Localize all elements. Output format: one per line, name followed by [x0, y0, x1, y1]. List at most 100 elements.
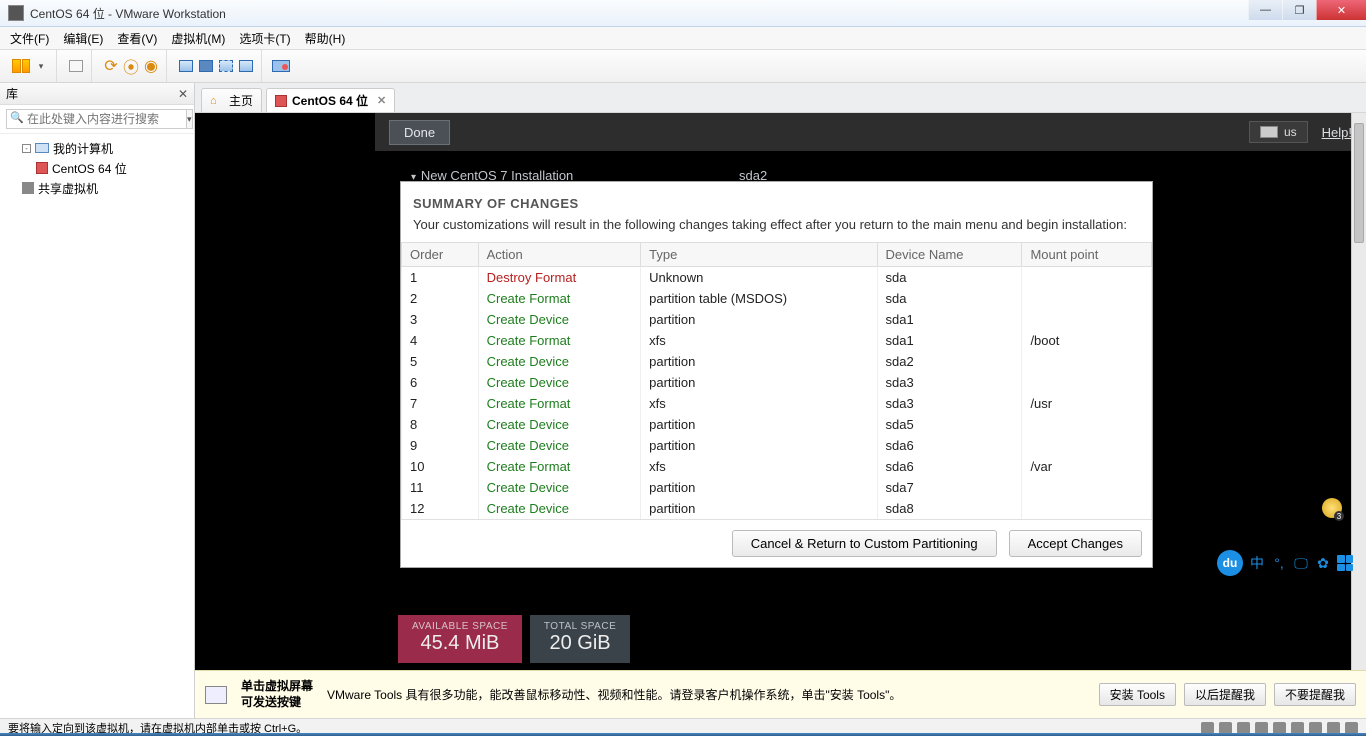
status-icon[interactable]	[1237, 722, 1250, 734]
menu-edit[interactable]: 编辑(E)	[63, 30, 103, 47]
tab-vm[interactable]: CentOS 64 位 ✕	[266, 88, 395, 112]
close-button[interactable]: ✕	[1316, 0, 1366, 20]
screen-icon[interactable]: 🖵	[1293, 555, 1309, 571]
snapshot-icon[interactable]: ⟳	[102, 57, 120, 75]
th-mount[interactable]: Mount point	[1022, 243, 1152, 267]
th-action[interactable]: Action	[478, 243, 641, 267]
tab-close-icon[interactable]: ✕	[377, 94, 386, 107]
th-order[interactable]: Order	[402, 243, 479, 267]
menu-tabs[interactable]: 选项卡(T)	[239, 30, 290, 47]
status-icon[interactable]	[1327, 722, 1340, 734]
floating-dock: du 中 °, 🖵 ✿	[1217, 550, 1353, 576]
cell-mount: /usr	[1022, 393, 1152, 414]
grid-icon[interactable]	[1337, 555, 1353, 571]
table-row[interactable]: 10 Create Format xfs sda6 /var	[402, 456, 1152, 477]
maximize-button[interactable]: ❐	[1282, 0, 1316, 20]
vm-scrollbar[interactable]	[1351, 113, 1366, 718]
status-icon[interactable]	[1255, 722, 1268, 734]
vm-display[interactable]: Done us Help! New CentOS 7 Installation …	[195, 113, 1366, 718]
table-row[interactable]: 6 Create Device partition sda3	[402, 372, 1152, 393]
snapshot-take-icon[interactable]: ⦿	[122, 57, 140, 75]
minimize-button[interactable]: —	[1248, 0, 1282, 20]
view-console-icon[interactable]	[197, 57, 215, 75]
menu-help[interactable]: 帮助(H)	[305, 30, 346, 47]
snapshot-manage-icon[interactable]: ◉	[142, 57, 160, 75]
menu-view[interactable]: 查看(V)	[117, 30, 157, 47]
status-icon[interactable]	[1201, 722, 1214, 734]
cell-device: sda7	[877, 477, 1022, 498]
banner-vm-icon	[205, 686, 227, 704]
summary-dialog: SUMMARY OF CHANGES Your customizations w…	[400, 181, 1153, 568]
tree-shared[interactable]: 共享虚拟机	[6, 178, 188, 198]
cell-order: 2	[402, 288, 479, 309]
th-device[interactable]: Device Name	[877, 243, 1022, 267]
done-button[interactable]: Done	[389, 120, 450, 145]
cell-order: 7	[402, 393, 479, 414]
status-icon[interactable]	[1291, 722, 1304, 734]
cancel-button[interactable]: Cancel & Return to Custom Partitioning	[732, 530, 997, 557]
table-row[interactable]: 3 Create Device partition sda1	[402, 309, 1152, 330]
menu-vm[interactable]: 虚拟机(M)	[171, 30, 225, 47]
cell-mount: /var	[1022, 456, 1152, 477]
table-row[interactable]: 9 Create Device partition sda6	[402, 435, 1152, 456]
comma-icon[interactable]: °,	[1271, 555, 1287, 571]
search-input[interactable]	[6, 109, 187, 129]
pause-icon[interactable]	[12, 57, 30, 75]
cell-device: sda3	[877, 393, 1022, 414]
sidebar-close-icon[interactable]: ✕	[178, 87, 188, 101]
cell-device: sda1	[877, 330, 1022, 351]
install-tools-button[interactable]: 安装 Tools	[1099, 683, 1176, 706]
vm-tab-icon	[275, 95, 287, 107]
search-dropdown-icon[interactable]: ▾	[187, 109, 193, 129]
th-type[interactable]: Type	[641, 243, 877, 267]
tab-home[interactable]: ⌂ 主页	[201, 88, 262, 112]
table-row[interactable]: 4 Create Format xfs sda1 /boot	[402, 330, 1152, 351]
computer-icon	[35, 143, 49, 153]
total-space-box: TOTAL SPACE 20 GiB	[530, 615, 630, 663]
tree-shared-label: 共享虚拟机	[38, 180, 98, 197]
gear-icon[interactable]: ✿	[1315, 555, 1331, 571]
cell-order: 5	[402, 351, 479, 372]
cell-order: 1	[402, 267, 479, 289]
ime-icon[interactable]: 中	[1249, 555, 1265, 571]
table-row[interactable]: 12 Create Device partition sda8	[402, 498, 1152, 519]
cell-action: Create Format	[478, 393, 641, 414]
cell-action: Create Device	[478, 309, 641, 330]
tree-vm-label: CentOS 64 位	[52, 160, 127, 177]
network-icon[interactable]	[67, 57, 85, 75]
table-row[interactable]: 11 Create Device partition sda7	[402, 477, 1152, 498]
status-icon[interactable]	[1345, 722, 1358, 734]
live-icon[interactable]	[272, 57, 290, 75]
never-remind-button[interactable]: 不要提醒我	[1274, 683, 1356, 706]
menu-file[interactable]: 文件(F)	[10, 30, 49, 47]
view-single-icon[interactable]	[177, 57, 195, 75]
toolbar: ▾ ⟳ ⦿ ◉	[0, 50, 1366, 83]
table-row[interactable]: 1 Destroy Format Unknown sda	[402, 267, 1152, 289]
status-icon[interactable]	[1219, 722, 1232, 734]
unity-icon[interactable]	[237, 57, 255, 75]
table-row[interactable]: 2 Create Format partition table (MSDOS) …	[402, 288, 1152, 309]
table-row[interactable]: 7 Create Format xfs sda3 /usr	[402, 393, 1152, 414]
remind-later-button[interactable]: 以后提醒我	[1184, 683, 1266, 706]
status-icons	[1201, 722, 1358, 734]
tree-vm-item[interactable]: CentOS 64 位	[6, 158, 188, 178]
fullscreen-icon[interactable]	[217, 57, 235, 75]
dropdown-icon[interactable]: ▾	[32, 57, 50, 75]
banner-lead1: 单击虚拟屏幕	[241, 679, 313, 695]
accept-button[interactable]: Accept Changes	[1009, 530, 1142, 557]
cell-mount	[1022, 498, 1152, 519]
status-icon[interactable]	[1273, 722, 1286, 734]
table-row[interactable]: 5 Create Device partition sda2	[402, 351, 1152, 372]
cell-device: sda5	[877, 414, 1022, 435]
collapse-icon[interactable]: -	[22, 144, 31, 153]
baidu-icon[interactable]: du	[1217, 550, 1243, 576]
total-space-label: TOTAL SPACE	[544, 621, 616, 632]
sidebar: 库 ✕ ▾ - 我的计算机 CentOS 64 位 共享虚拟机	[0, 83, 195, 718]
keyboard-layout[interactable]: us	[1249, 121, 1308, 143]
table-row[interactable]: 8 Create Device partition sda5	[402, 414, 1152, 435]
help-link[interactable]: Help!	[1322, 125, 1352, 140]
content-area: ⌂ 主页 CentOS 64 位 ✕ Done us Help!	[195, 83, 1366, 718]
status-icon[interactable]	[1309, 722, 1322, 734]
cell-device: sda	[877, 288, 1022, 309]
tree-root[interactable]: - 我的计算机	[6, 138, 188, 158]
